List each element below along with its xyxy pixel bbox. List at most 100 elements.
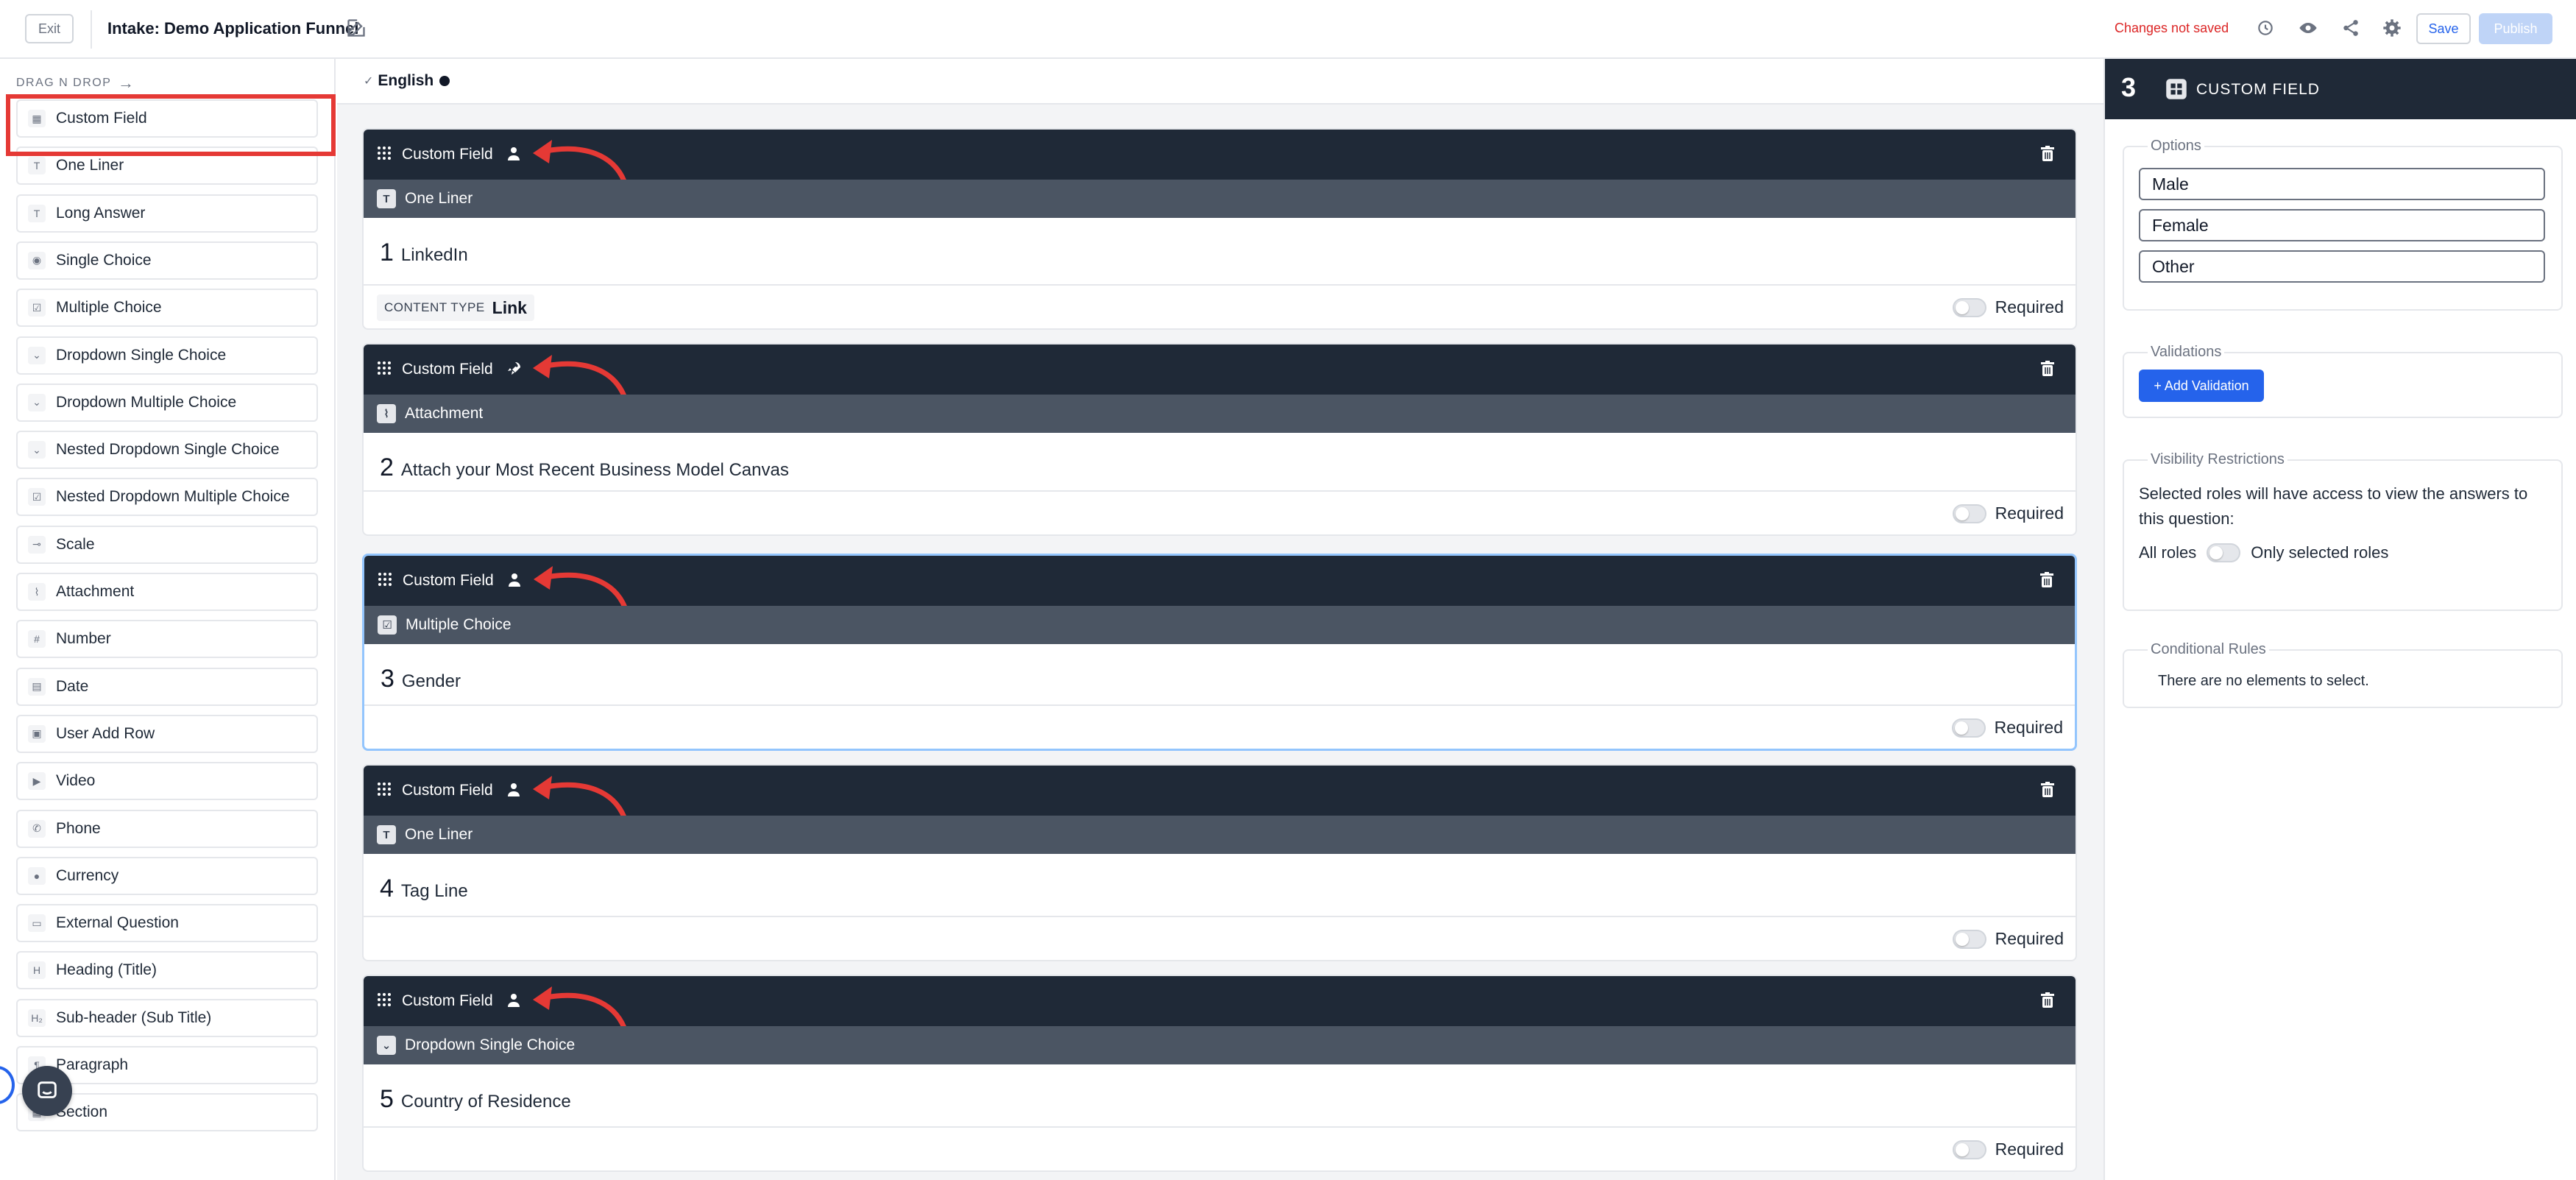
publish-button[interactable]: Publish bbox=[2479, 13, 2552, 44]
option-input[interactable]: Male bbox=[2139, 168, 2545, 200]
exit-button[interactable]: Exit bbox=[25, 14, 74, 43]
chat-icon bbox=[38, 1081, 57, 1098]
annotation-arrow-icon bbox=[527, 770, 637, 822]
choice-icon: ☑ bbox=[28, 299, 46, 317]
question-text: LinkedIn bbox=[400, 245, 468, 265]
required-toggle[interactable] bbox=[1951, 718, 1986, 738]
required-toggle[interactable] bbox=[1952, 297, 1986, 317]
add-validation-button[interactable]: + Add Validation bbox=[2139, 370, 2264, 402]
question-row[interactable]: 5 Country of Residence bbox=[380, 1085, 571, 1114]
question-number: 5 bbox=[380, 1085, 394, 1113]
paperclip-icon: ⌇ bbox=[28, 583, 46, 601]
card-footer: CONTENT TYPE Link Required bbox=[364, 284, 2076, 328]
question-text: Gender bbox=[401, 671, 461, 691]
question-row[interactable]: 3 Gender bbox=[381, 665, 461, 693]
trash-icon[interactable] bbox=[2039, 780, 2056, 799]
palette-item-scale[interactable]: ⊸ Scale bbox=[16, 525, 318, 564]
edit-title-icon[interactable] bbox=[346, 18, 367, 38]
share-icon[interactable] bbox=[2340, 18, 2361, 38]
card-header: Custom Field bbox=[364, 345, 2076, 399]
card-header: Custom Field bbox=[364, 976, 2076, 1031]
palette-item-long-answer[interactable]: T Long Answer bbox=[16, 194, 318, 233]
palette-item-number[interactable]: # Number bbox=[16, 620, 318, 659]
settings-panel-header: 3 CUSTOM FIELD bbox=[2105, 59, 2576, 119]
drag-handle-icon[interactable] bbox=[375, 144, 393, 162]
question-row[interactable]: 2 Attach your Most Recent Business Model … bbox=[380, 453, 789, 482]
required-label: Required bbox=[1995, 297, 2064, 317]
chat-widget-button[interactable] bbox=[22, 1066, 72, 1116]
field-type-icon: ☑ bbox=[378, 615, 397, 635]
only-selected-roles-label: Only selected roles bbox=[2251, 543, 2389, 562]
required-toggle[interactable] bbox=[1952, 1140, 1986, 1159]
annotation-highlight-box bbox=[6, 94, 336, 156]
palette-item-currency[interactable]: ● Currency bbox=[16, 856, 318, 895]
question-card[interactable]: Custom Field ⌄ Dropdown Single Choice 5 Coun… bbox=[362, 975, 2077, 1172]
drag-handle-icon[interactable] bbox=[375, 780, 393, 798]
field-type-label: Attachment bbox=[405, 405, 484, 422]
field-type-bar: T One Liner bbox=[364, 816, 2076, 854]
roles-toggle[interactable] bbox=[2207, 543, 2241, 562]
palette-item-label: One Liner bbox=[56, 157, 124, 174]
option-input[interactable]: Female bbox=[2139, 209, 2545, 241]
palette-item-attachment[interactable]: ⌇ Attachment bbox=[16, 573, 318, 611]
settings-panel-title: CUSTOM FIELD bbox=[2196, 81, 2320, 98]
drag-handle-icon[interactable] bbox=[375, 991, 393, 1008]
user-icon bbox=[506, 570, 523, 590]
palette-item-multiple-choice[interactable]: ☑ Multiple Choice bbox=[16, 289, 318, 328]
palette-item-label: User Add Row bbox=[56, 724, 155, 742]
field-type-icon: T bbox=[377, 825, 396, 844]
required-toggle[interactable] bbox=[1952, 929, 1986, 949]
drag-handle-icon[interactable] bbox=[375, 359, 393, 377]
chevron-down-icon: ⌄ bbox=[28, 441, 46, 459]
palette-item-nested-dropdown-multiple-choice[interactable]: ☑ Nested Dropdown Multiple Choice bbox=[16, 478, 318, 517]
required-control: Required bbox=[1952, 297, 2064, 317]
trash-icon[interactable] bbox=[2039, 991, 2056, 1010]
palette-item-dropdown-multiple-choice[interactable]: ⌄ Dropdown Multiple Choice bbox=[16, 383, 318, 422]
palette-item-phone[interactable]: ✆ Phone bbox=[16, 809, 318, 848]
chevron-down-icon: ⌄ bbox=[28, 346, 46, 364]
question-card[interactable]: Custom Field ☑ Multiple Choice 3 Gender Requi… bbox=[362, 554, 2077, 751]
save-button[interactable]: Save bbox=[2416, 13, 2471, 44]
palette-item-heading-title[interactable]: H Heading (Title) bbox=[16, 951, 318, 990]
palette-item-label: Video bbox=[56, 772, 96, 790]
trash-icon[interactable] bbox=[2039, 144, 2056, 163]
palette-item-user-add-row[interactable]: ▣ User Add Row bbox=[16, 714, 318, 753]
conditional-rules-section: Conditional Rules There are no elements … bbox=[2123, 641, 2563, 708]
option-input[interactable]: Other bbox=[2139, 250, 2545, 283]
monitor-icon: ▭ bbox=[28, 914, 46, 933]
field-settings-panel: 3 CUSTOM FIELD Options Male Female Other… bbox=[2103, 59, 2576, 1180]
card-footer: Required bbox=[364, 490, 2076, 534]
phone-icon: ✆ bbox=[28, 819, 46, 838]
palette-item-video[interactable]: ▶ Video bbox=[16, 762, 318, 801]
palette-item-sub-header-sub-title[interactable]: H₂ Sub-header (Sub Title) bbox=[16, 998, 318, 1037]
validations-title: Validations bbox=[2148, 344, 2225, 361]
palette-item-date[interactable]: ▤ Date bbox=[16, 667, 318, 706]
palette-item-label: Paragraph bbox=[56, 1056, 129, 1073]
palette-item-dropdown-single-choice[interactable]: ⌄ Dropdown Single Choice bbox=[16, 336, 318, 375]
drag-handle-icon[interactable] bbox=[376, 570, 394, 588]
question-text: Tag Line bbox=[400, 881, 468, 901]
question-row[interactable]: 4 Tag Line bbox=[380, 875, 468, 903]
palette-item-label: Scale bbox=[56, 535, 95, 553]
trash-icon[interactable] bbox=[2039, 359, 2056, 378]
palette-item-single-choice[interactable]: ◉ Single Choice bbox=[16, 241, 318, 280]
custom-field-icon bbox=[2165, 78, 2187, 100]
question-card[interactable]: Custom Field ⌇ Attachment 2 Attach your Most… bbox=[362, 343, 2077, 536]
history-icon[interactable] bbox=[2255, 18, 2276, 38]
language-tab-english[interactable]: ✓ English bbox=[364, 72, 450, 90]
question-text: Attach your Most Recent Business Model C… bbox=[400, 460, 789, 480]
card-title: Custom Field bbox=[403, 572, 494, 589]
question-card[interactable]: Custom Field T One Liner 1 LinkedIn CONTENT T… bbox=[362, 128, 2077, 330]
question-card[interactable]: Custom Field T One Liner 4 Tag Line Required bbox=[362, 764, 2077, 961]
palette-item-external-question[interactable]: ▭ External Question bbox=[16, 904, 318, 943]
required-control: Required bbox=[1952, 929, 2064, 949]
required-toggle[interactable] bbox=[1952, 504, 1986, 523]
preview-eye-icon[interactable] bbox=[2298, 18, 2318, 38]
visibility-toggle-row: All roles Only selected roles bbox=[2139, 543, 2388, 562]
required-control: Required bbox=[1951, 718, 2063, 738]
palette-item-nested-dropdown-single-choice[interactable]: ⌄ Nested Dropdown Single Choice bbox=[16, 431, 318, 470]
question-row[interactable]: 1 LinkedIn bbox=[380, 239, 468, 267]
trash-icon[interactable] bbox=[2038, 570, 2056, 590]
gear-icon[interactable] bbox=[2382, 18, 2402, 38]
hash-icon: # bbox=[28, 630, 46, 649]
